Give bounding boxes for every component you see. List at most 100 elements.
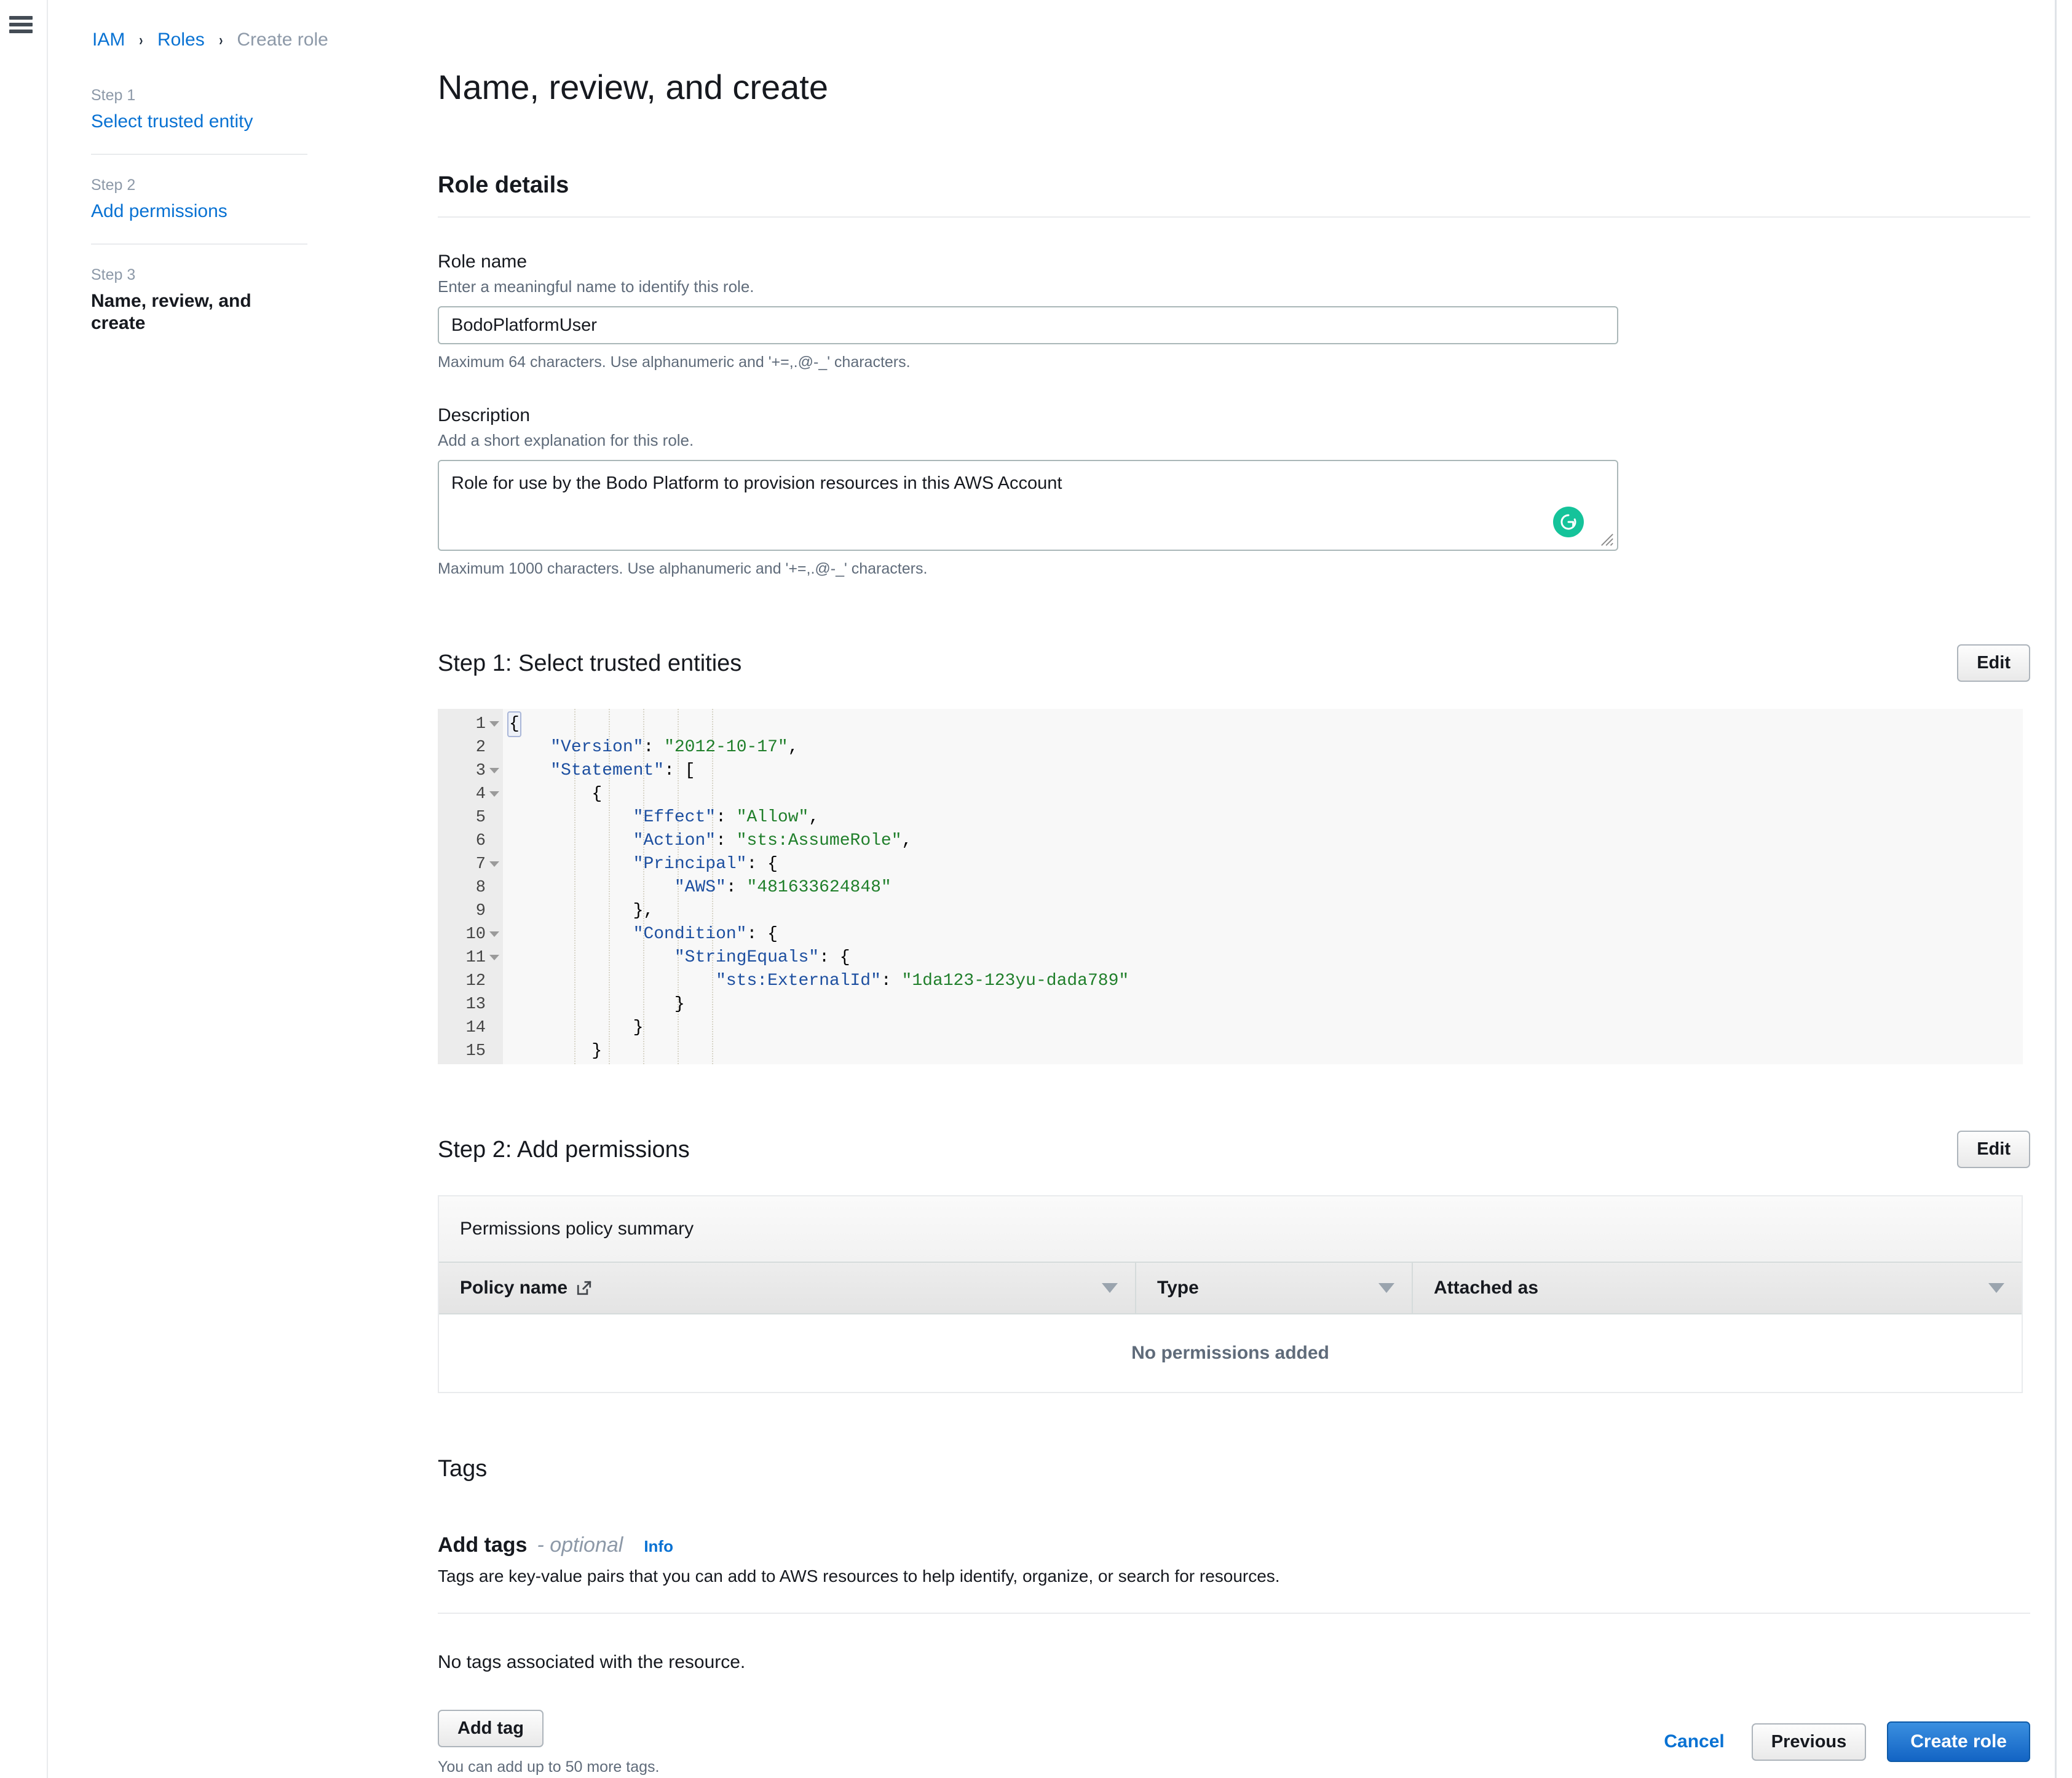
code-line: 10 "Condition": { bbox=[438, 923, 2023, 946]
left-rail bbox=[0, 0, 48, 1778]
code-line-number: 12 bbox=[438, 970, 486, 993]
tags-info-link[interactable]: Info bbox=[644, 1537, 673, 1556]
grammarly-icon[interactable] bbox=[1553, 507, 1584, 537]
code-line: 4 { bbox=[438, 783, 2023, 806]
breadcrumb-separator-icon: › bbox=[219, 30, 223, 50]
code-line: 9 }, bbox=[438, 899, 2023, 923]
code-line-number: 2 bbox=[438, 736, 486, 759]
column-header-attached-as-label: Attached as bbox=[1434, 1278, 1538, 1298]
code-line-text: "Statement": [ bbox=[509, 759, 695, 783]
previous-button[interactable]: Previous bbox=[1752, 1723, 1867, 1761]
trust-policy-code-editor[interactable]: 1 {2 "Version": "2012-10-17",3 "Statement… bbox=[438, 709, 2023, 1064]
permissions-table-title: Permissions policy summary bbox=[439, 1196, 2022, 1263]
code-line-text: }, bbox=[509, 899, 654, 923]
code-line-text: "StringEquals": { bbox=[509, 946, 850, 970]
external-link-icon[interactable] bbox=[576, 1280, 592, 1296]
step-3-number: Step 3 bbox=[91, 266, 307, 284]
main-content: Name, review, and create Role details Ro… bbox=[438, 0, 2030, 1776]
code-fold-triangle-icon[interactable] bbox=[489, 768, 499, 773]
code-line: 12 "sts:ExternalId": "1da123-123yu-dada7… bbox=[438, 970, 2023, 993]
sort-attached-as-icon[interactable] bbox=[1988, 1283, 2004, 1293]
code-line-text: } bbox=[509, 993, 685, 1016]
role-name-hint: Maximum 64 characters. Use alphanumeric … bbox=[438, 353, 2030, 371]
step-divider bbox=[91, 243, 307, 245]
description-textarea-wrapper: Role for use by the Bodo Platform to pro… bbox=[438, 460, 1618, 551]
column-header-attached-as[interactable]: Attached as bbox=[1412, 1263, 2022, 1313]
breadcrumb-item-roles[interactable]: Roles bbox=[157, 30, 205, 50]
description-hint: Maximum 1000 characters. Use alphanumeri… bbox=[438, 559, 2030, 578]
step2-heading: Step 2: Add permissions bbox=[438, 1136, 690, 1164]
role-name-input[interactable] bbox=[438, 306, 1618, 344]
hamburger-bar bbox=[9, 23, 33, 26]
code-fold-triangle-icon[interactable] bbox=[489, 861, 499, 867]
iam-create-role-page: IAM › Roles › Create role Step 1 Select … bbox=[0, 0, 2072, 1778]
code-fold-triangle-icon[interactable] bbox=[489, 955, 499, 960]
sidebar-step-3: Step 3 Name, review, and create bbox=[91, 266, 307, 334]
code-line-number: 3 bbox=[438, 759, 486, 783]
code-line: 8 "AWS": "481633624848" bbox=[438, 876, 2023, 899]
code-line: 11 "StringEquals": { bbox=[438, 946, 2023, 970]
breadcrumb-item-iam[interactable]: IAM bbox=[92, 30, 125, 50]
code-fold-triangle-icon[interactable] bbox=[489, 931, 499, 937]
breadcrumb-item-create-role: Create role bbox=[237, 30, 328, 50]
breadcrumb-separator-icon: › bbox=[140, 30, 143, 50]
cancel-button[interactable]: Cancel bbox=[1658, 1724, 1730, 1760]
description-label: Description bbox=[438, 405, 2030, 427]
code-line: 6 "Action": "sts:AssumeRole", bbox=[438, 829, 2023, 853]
sidebar-step-item-add-permissions[interactable]: Add permissions bbox=[91, 200, 307, 223]
column-header-policy-name[interactable]: Policy name bbox=[439, 1263, 1135, 1313]
wizard-footer-actions: Cancel Previous Create role bbox=[438, 1721, 2030, 1762]
code-line: 16 ] bbox=[438, 1063, 2023, 1064]
edit-permissions-button[interactable]: Edit bbox=[1957, 1131, 2030, 1168]
code-line-text: "Condition": { bbox=[509, 923, 778, 946]
tags-empty-state: No tags associated with the resource. bbox=[438, 1652, 2030, 1673]
hamburger-menu-icon[interactable] bbox=[9, 16, 33, 33]
code-line-text: "Principal": { bbox=[509, 853, 778, 876]
code-line-number: 8 bbox=[438, 876, 486, 899]
tags-description: Tags are key-value pairs that you can ad… bbox=[438, 1566, 2030, 1587]
step1-section-header: Step 1: Select trusted entities Edit bbox=[438, 644, 2030, 682]
hamburger-bar bbox=[9, 16, 33, 20]
code-line: 7 "Principal": { bbox=[438, 853, 2023, 876]
code-line-number: 16 bbox=[438, 1063, 486, 1064]
description-textarea[interactable]: Role for use by the Bodo Platform to pro… bbox=[438, 460, 1618, 551]
column-header-policy-name-label: Policy name bbox=[460, 1278, 567, 1298]
code-line: 2 "Version": "2012-10-17", bbox=[438, 736, 2023, 759]
code-line-text: { bbox=[509, 711, 520, 737]
step2-section-header: Step 2: Add permissions Edit bbox=[438, 1131, 2030, 1168]
code-line-number: 14 bbox=[438, 1016, 486, 1040]
step-2-number: Step 2 bbox=[91, 176, 307, 194]
code-line-number: 5 bbox=[438, 806, 486, 829]
code-line: 15 } bbox=[438, 1040, 2023, 1063]
column-header-type-label: Type bbox=[1157, 1278, 1199, 1298]
column-header-type[interactable]: Type bbox=[1135, 1263, 1412, 1313]
hamburger-bar bbox=[9, 30, 33, 33]
sidebar-step-item-select-trusted-entity[interactable]: Select trusted entity bbox=[91, 111, 307, 133]
step-navigation: Step 1 Select trusted entity Step 2 Add … bbox=[91, 86, 307, 334]
role-details-heading: Role details bbox=[438, 171, 2030, 199]
permissions-empty-state: No permissions added bbox=[439, 1314, 2022, 1393]
code-fold-triangle-icon[interactable] bbox=[489, 791, 499, 797]
create-role-button[interactable]: Create role bbox=[1887, 1721, 2030, 1762]
code-line: 13 } bbox=[438, 993, 2023, 1016]
code-line-text: ] bbox=[509, 1063, 561, 1064]
code-line-number: 4 bbox=[438, 783, 486, 806]
sidebar-step-1: Step 1 Select trusted entity bbox=[91, 86, 307, 133]
sort-policy-name-icon[interactable] bbox=[1102, 1283, 1118, 1293]
code-line-number: 1 bbox=[438, 713, 486, 736]
code-line: 5 "Effect": "Allow", bbox=[438, 806, 2023, 829]
role-name-field-group: Role name Enter a meaningful name to ide… bbox=[438, 251, 2030, 371]
sidebar-step-item-name-review-create: Name, review, and create bbox=[91, 290, 307, 334]
code-fold-triangle-icon[interactable] bbox=[489, 721, 499, 727]
code-lines: 1 {2 "Version": "2012-10-17",3 "Statement… bbox=[438, 713, 2023, 1064]
code-line-text: "Action": "sts:AssumeRole", bbox=[509, 829, 912, 853]
description-description: Add a short explanation for this role. bbox=[438, 430, 2030, 450]
code-line-text: "Effect": "Allow", bbox=[509, 806, 819, 829]
step-divider bbox=[91, 154, 307, 155]
role-name-label: Role name bbox=[438, 251, 2030, 273]
edit-trusted-entities-button[interactable]: Edit bbox=[1957, 644, 2030, 682]
add-tags-header: Add tags - optional Info bbox=[438, 1533, 2030, 1557]
sort-type-icon[interactable] bbox=[1378, 1283, 1394, 1293]
step1-heading: Step 1: Select trusted entities bbox=[438, 649, 741, 678]
role-name-description: Enter a meaningful name to identify this… bbox=[438, 277, 2030, 296]
